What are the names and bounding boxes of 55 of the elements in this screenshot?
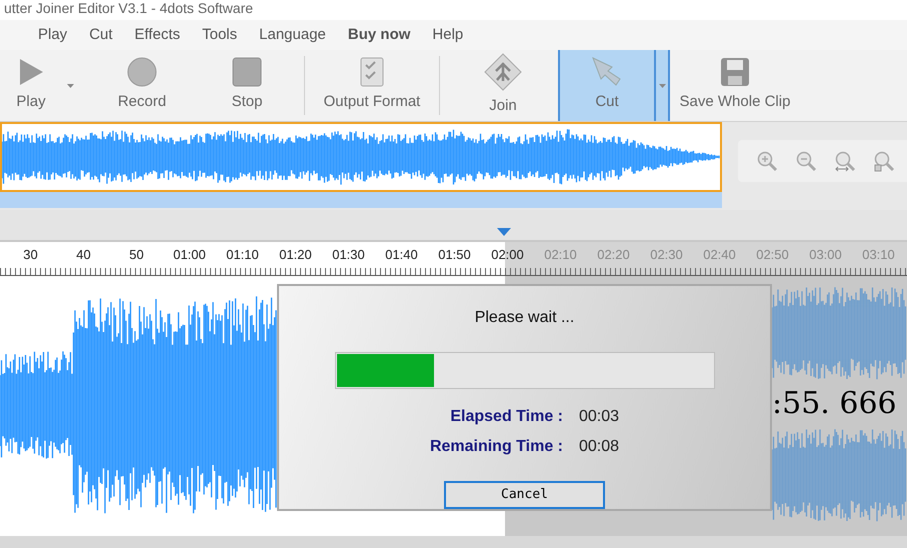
- time-label: 02:50: [755, 246, 790, 264]
- time-label: 01:10: [225, 246, 260, 264]
- menu-item[interactable]: Tools: [202, 24, 238, 46]
- time-label: Elapsed Time :: [449, 407, 563, 428]
- caret-icon: [658, 84, 666, 88]
- toolbar-button[interactable]: Save Whole Clip: [670, 50, 800, 121]
- cursor-arrow-icon: [592, 57, 622, 88]
- checklist-icon: [360, 57, 384, 88]
- cancel-button[interactable]: Cancel: [444, 481, 605, 509]
- zoom-in-icon[interactable]: [756, 150, 778, 172]
- toolbar-button[interactable]: Output Format: [313, 50, 431, 121]
- merge-icon: [484, 53, 522, 92]
- zoom-out-icon[interactable]: [795, 150, 817, 172]
- time-label: Remaining Time :: [430, 437, 563, 458]
- menu-item[interactable]: Cut: [89, 24, 113, 46]
- time-label: 30: [22, 246, 39, 264]
- position-readout: :55. 666: [772, 385, 897, 423]
- time-label: 01:00: [172, 246, 207, 264]
- menu-item[interactable]: Language: [259, 24, 326, 46]
- time-value: 00:08: [579, 437, 620, 458]
- time-label: 02:10: [543, 246, 578, 264]
- stop-icon: [232, 57, 262, 88]
- toolbar-button[interactable]: Cut: [558, 50, 654, 121]
- time-value: 00:03: [579, 407, 620, 428]
- dialog-message: Please wait ...: [474, 308, 574, 328]
- toolbar-button[interactable]: Record: [86, 50, 198, 121]
- toolbar-button[interactable]: Stop: [198, 50, 296, 121]
- time-label: 03:00: [808, 246, 843, 264]
- position-marker-icon[interactable]: [497, 228, 511, 236]
- record-icon: [127, 57, 157, 88]
- time-label: 50: [128, 246, 145, 264]
- menu-item[interactable]: Buy now: [348, 24, 410, 46]
- time-label: 01:20: [278, 246, 313, 264]
- zoom-selection-icon[interactable]: [873, 150, 895, 172]
- time-label: 40: [75, 246, 92, 264]
- time-label: 02:40: [702, 246, 737, 264]
- time-label: 01:40: [384, 246, 419, 264]
- scrollbar[interactable]: [0, 536, 907, 548]
- time-label: 02:20: [596, 246, 631, 264]
- window-title: utter Joiner Editor V3.1 - 4dots Software: [3, 0, 254, 16]
- time-label: 02:30: [649, 246, 684, 264]
- toolbar-button[interactable]: Play: [0, 50, 62, 121]
- time-label: 01:50: [437, 246, 472, 264]
- play-icon: [17, 57, 45, 88]
- dropdown-button[interactable]: [654, 50, 670, 121]
- time-label: 02:00: [490, 246, 525, 264]
- menu-item[interactable]: Play: [38, 24, 68, 46]
- menu-item[interactable]: Help: [432, 24, 464, 46]
- menu-item[interactable]: Effects: [134, 24, 180, 46]
- toolbar-button[interactable]: Join: [448, 50, 558, 121]
- overview-scrollbar[interactable]: [0, 192, 722, 208]
- time-label: 01:30: [331, 246, 366, 264]
- zoom-fit-icon[interactable]: [834, 150, 856, 172]
- caret-icon: [66, 84, 74, 88]
- time-label: 03:10: [861, 246, 896, 264]
